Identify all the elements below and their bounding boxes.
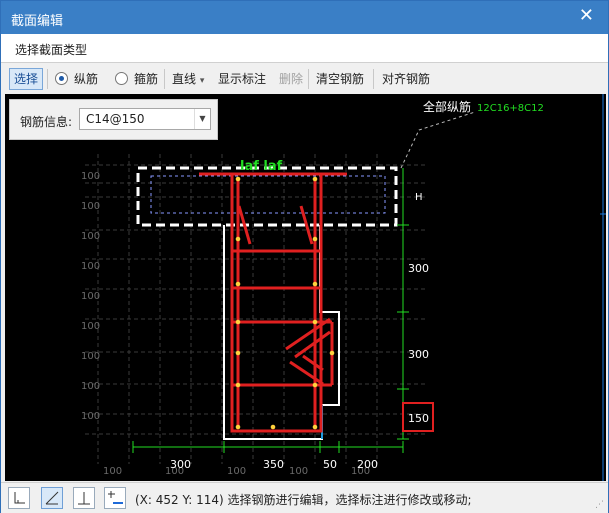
all-long-value[interactable]: 12C16+8C12	[477, 103, 544, 114]
chevron-down-icon: ▾	[199, 76, 205, 86]
show-labels-button[interactable]: 显示标注	[218, 69, 266, 89]
grid-tick-label: 100	[81, 411, 100, 422]
longitudinal-label: 纵筋	[74, 72, 99, 86]
grid	[85, 154, 425, 464]
rebar-info-label: 钢筋信息:	[20, 115, 73, 129]
ortho-snap-icon[interactable]	[8, 487, 30, 509]
dim-right-1[interactable]: 300	[408, 348, 429, 361]
rebar-info-select[interactable]: C14@150 ▼	[79, 108, 211, 130]
bottom-dimension-lines	[132, 441, 404, 453]
close-icon[interactable]: ✕	[579, 7, 594, 25]
resize-grip-icon[interactable]: ⋰	[595, 500, 604, 510]
stirrup-radio[interactable]: 箍筋	[115, 69, 158, 89]
chevron-down-icon[interactable]: ▼	[194, 109, 210, 129]
section-drawing[interactable]: 100 100 100 100 100 100 100 100 100 100 …	[5, 94, 606, 481]
toolbar: 选择 纵筋 箍筋 直线 ▾ 显示标注 删除 清空钢筋 对齐钢筋	[1, 63, 608, 93]
toolbar-divider	[308, 69, 309, 89]
toolbar-divider	[373, 69, 374, 89]
drawing-canvas[interactable]: 100 100 100 100 100 100 100 100 100 100 …	[5, 94, 606, 481]
toolbar-divider	[164, 69, 165, 89]
toolbar-divider	[47, 69, 48, 89]
status-message: (X: 452 Y: 114) 选择钢筋进行编辑，选择标注进行修改或移动;	[135, 491, 472, 508]
stirrup-label: 箍筋	[134, 72, 159, 86]
status-hint: 选择钢筋进行编辑，选择标注进行修改或移动;	[227, 493, 472, 507]
status-bar: (X: 452 Y: 114) 选择钢筋进行编辑，选择标注进行修改或移动; ⋰	[1, 482, 608, 513]
grid-tick-labels: 100 100 100 100 100 100 100 100 100 100 …	[81, 171, 370, 477]
right-dimension-lines	[397, 168, 409, 440]
flange-inner-outline	[150, 175, 386, 214]
cursor-coords: (X: 452 Y: 114)	[135, 493, 224, 507]
grid-tick-label: 100	[103, 466, 122, 477]
dim-bottom-2[interactable]: 50	[323, 458, 337, 471]
section-editor-window: 截面编辑 ✕ 选择截面类型 选择 纵筋 箍筋 直线 ▾ 显示标注 删除 清空钢筋…	[0, 0, 609, 513]
grid-tick-label: 100	[81, 171, 100, 182]
rebar-info-value: C14@150	[86, 112, 145, 126]
line-dropdown[interactable]: 直线 ▾	[172, 69, 204, 89]
callout-leader	[400, 111, 476, 169]
diagonal-line-icon[interactable]	[41, 487, 63, 509]
grid-tick-label: 100	[81, 381, 100, 392]
all-long-label[interactable]: 全部纵筋	[423, 99, 471, 114]
dim-bottom-0[interactable]: 300	[170, 458, 191, 471]
delete-button[interactable]: 删除	[279, 69, 303, 89]
longitudinal-radio[interactable]: 纵筋	[55, 69, 98, 89]
dim-bottom-1[interactable]: 350	[263, 458, 284, 471]
align-rebar-button[interactable]: 对齐钢筋	[382, 69, 430, 89]
dim-bottom-3[interactable]: 200	[357, 458, 378, 471]
dimension-icon[interactable]	[104, 487, 126, 509]
grid-tick-label: 100	[81, 261, 100, 272]
select-button[interactable]: 选择	[9, 68, 44, 90]
dim-h-label[interactable]: H	[415, 192, 423, 203]
grid-tick-label: 100	[81, 291, 100, 302]
window-title: 截面编辑	[11, 14, 64, 29]
perpendicular-icon[interactable]	[73, 487, 95, 509]
title-bar: 截面编辑 ✕	[1, 1, 608, 34]
grid-tick-label: 100	[227, 466, 246, 477]
grid-tick-label: 100	[81, 231, 100, 242]
clear-rebar-button[interactable]: 清空钢筋	[316, 69, 364, 89]
grid-tick-label: 100	[289, 466, 308, 477]
section-type-label: 选择截面类型	[15, 43, 88, 57]
dim-right-0[interactable]: 300	[408, 262, 429, 275]
grid-tick-label: 100	[81, 321, 100, 332]
grid-tick-label: 100	[81, 351, 100, 362]
rebar-info-panel: 钢筋信息: C14@150 ▼	[9, 99, 218, 140]
line-label: 直线	[172, 72, 197, 86]
background-axis-lines	[600, 94, 606, 481]
dim-right-2[interactable]: 150	[408, 412, 429, 425]
section-type-selector[interactable]: 选择截面类型	[1, 34, 608, 63]
flange-anchor-label[interactable]: laf laf	[240, 159, 283, 174]
grid-tick-label: 100	[81, 201, 100, 212]
radio-off-icon	[115, 72, 128, 85]
radio-on-icon	[55, 72, 68, 85]
